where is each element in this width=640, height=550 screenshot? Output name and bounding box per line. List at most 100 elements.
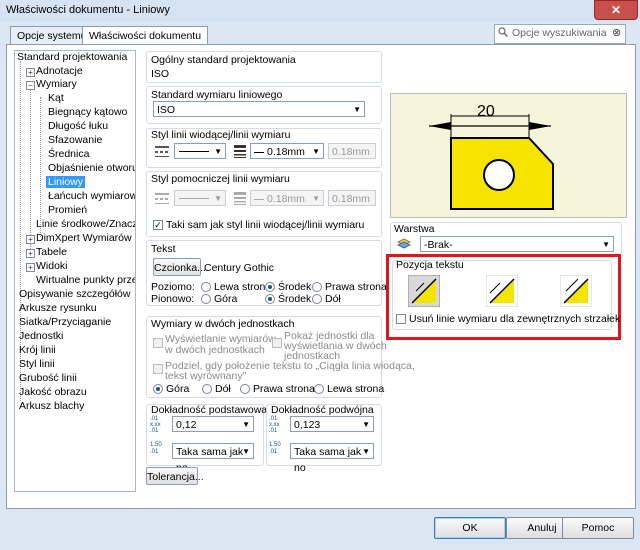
dual-top-radio[interactable] [153, 384, 163, 394]
split-checkbox[interactable] [153, 364, 163, 374]
horizontal-label: Poziomo: [151, 281, 195, 293]
tree-item-arc-length[interactable]: Długość łuku [48, 120, 108, 132]
same-as-leader-label: Taki sam jak styl linii wiodącej/linii w… [166, 219, 365, 231]
leader-custom-thickness[interactable]: 0.18mm [328, 143, 376, 159]
chevron-down-icon: ▼ [362, 447, 370, 456]
dual-right-radio[interactable] [240, 384, 250, 394]
tree-item-linear[interactable]: Liniowy [46, 176, 86, 188]
settings-tree[interactable]: Standard projektowania + Adnotacje − Wym… [14, 50, 136, 492]
tree-item-radius[interactable]: Promień [48, 204, 87, 216]
v-center-radio[interactable] [265, 294, 275, 304]
dual-bottom-radio[interactable] [202, 384, 212, 394]
tree-item-design-standard[interactable]: Standard projektowania [17, 51, 127, 63]
primary-precision-label: Dokładność podstawowa [151, 404, 268, 416]
tab-system-options[interactable]: Opcje systemu [10, 26, 94, 45]
tree-item-line-font[interactable]: Krój linii [19, 344, 56, 356]
font-button[interactable]: Czcionka... [153, 258, 206, 276]
close-button[interactable]: ✕ [594, 0, 638, 20]
h-left-label: Lewa strona [214, 281, 272, 293]
line-thickness-icon [234, 145, 246, 158]
tree-item-angular-running[interactable]: Biegnący kątowo [48, 106, 127, 118]
tree-item-hole-callout[interactable]: Objaśnienie otworu [48, 162, 135, 174]
h-center-label: Środek [278, 281, 312, 293]
tree-item-image-quality[interactable]: Jakość obrazu [19, 386, 87, 398]
v-bottom-label: Dół [325, 293, 341, 305]
dual-dimension-label: Wymiary w dwóch jednostkach [151, 318, 295, 330]
primary-tolerance-select[interactable]: Taka sama jak no▼ [172, 443, 254, 474]
tree-item-virtual-sharps[interactable]: Wirtualne punkty przecięć [36, 274, 135, 286]
leader-thickness-select[interactable]: 0.18mm ▼ [250, 143, 324, 159]
chevron-down-icon: ▼ [362, 420, 370, 429]
tree-item-drawing-sheets[interactable]: Arkusze rysunku [19, 302, 97, 314]
linear-standard-select[interactable]: ISO ▼ [153, 101, 365, 117]
dual-tolerance-select[interactable]: Taka sama jak no ▼ [290, 443, 374, 474]
expand-icon[interactable]: + [26, 249, 35, 258]
text-position-inline-icon[interactable] [408, 275, 440, 307]
search-clear-icon[interactable]: ⊗ [612, 26, 621, 39]
tree-item-angle[interactable]: Kąt [48, 92, 64, 104]
remove-dimension-lines-checkbox[interactable] [396, 314, 406, 324]
preview-drawing: 20 [429, 103, 554, 210]
tree-item-tables[interactable]: Tabele [36, 246, 67, 258]
expand-icon[interactable]: + [26, 263, 35, 272]
tree-item-chamfer[interactable]: Sfazowanie [48, 134, 102, 146]
tree-item-diameter[interactable]: Średnica [48, 148, 89, 160]
dual-tolerance-icon-bottom: .01 [269, 449, 278, 455]
same-as-leader-checkbox[interactable]: ✓ [153, 220, 163, 230]
collapse-icon[interactable]: − [26, 81, 35, 90]
tree-item-ordinate[interactable]: Łańcuch wymiarowy [48, 190, 135, 202]
show-units-checkbox[interactable] [272, 338, 282, 348]
dual-precision-icon-bottom: .01 [269, 428, 278, 434]
tree-item-annotations[interactable]: Adnotacje [36, 65, 83, 77]
tree-item-dimxpert[interactable]: DimXpert Wymiarów [36, 232, 132, 244]
search-icon [498, 27, 508, 37]
tree-item-dimensions[interactable]: Wymiary [36, 78, 77, 90]
tree-item-units[interactable]: Jednostki [19, 330, 63, 342]
extension-thickness-select[interactable]: 0.18mm ▼ [250, 190, 324, 206]
h-center-radio[interactable] [265, 282, 275, 292]
extension-line-style-select[interactable]: ▼ [174, 190, 226, 206]
overall-standard-value: ISO [151, 68, 170, 80]
window-title: Właściwości dokumentu - Liniowy [6, 4, 170, 16]
extension-style-label: Styl pomocniczej linii wymiaru [151, 173, 290, 185]
h-right-radio[interactable] [312, 282, 322, 292]
dual-left-radio[interactable] [314, 384, 324, 394]
leader-line-style-select[interactable]: ▼ [174, 143, 226, 159]
tree-item-centerlines[interactable]: Linie środkowe/Znaczniki [36, 218, 135, 230]
show-dual-checkbox[interactable] [153, 338, 163, 348]
tolerance-button[interactable]: Tolerancja... [146, 467, 204, 485]
preview-dimension-text: 20 [477, 103, 495, 120]
dual-precision-select[interactable]: 0,123 ▼ [290, 416, 374, 432]
dual-right-label: Prawa strona [253, 383, 315, 395]
tolerance-icon-top: 1.50 [150, 442, 162, 448]
tree-item-line-style[interactable]: Styl linii [19, 358, 55, 370]
tree-item-views[interactable]: Widoki [36, 260, 68, 272]
text-position-above-icon[interactable] [486, 275, 518, 307]
help-button[interactable]: Pomoc [562, 517, 634, 539]
leader-thickness-value: 0.18mm [267, 146, 305, 158]
split-label-line-2: tekst wyrównany" [165, 370, 247, 382]
text-position-aligned-icon[interactable] [560, 275, 592, 307]
tree-item-sheet-metal[interactable]: Arkusz blachy [19, 400, 84, 412]
text-label: Tekst [151, 243, 176, 255]
remove-dimension-lines-label: Usuń linie wymiaru dla zewnętrznych strz… [409, 313, 621, 325]
extension-custom-thickness[interactable]: 0.18mm [328, 190, 376, 206]
dual-tolerance-icon-top: 1.50 [269, 442, 281, 448]
expand-icon[interactable]: + [26, 68, 35, 77]
v-top-radio[interactable] [201, 294, 211, 304]
tree-item-line-thickness[interactable]: Grubość linii [19, 372, 77, 384]
ok-button[interactable]: OK [434, 517, 506, 539]
tree-item-detailing[interactable]: Opisywanie szczegółów [19, 288, 130, 300]
chevron-down-icon: ▼ [214, 194, 222, 203]
layer-select[interactable]: -Brak- ▼ [420, 236, 614, 252]
tab-document-properties[interactable]: Właściwości dokumentu [82, 26, 209, 46]
primary-precision-select[interactable]: 0,12 ▼ [172, 416, 254, 432]
layer-label: Warstwa [394, 223, 435, 235]
dual-precision-value: 0,123 [294, 419, 321, 431]
chevron-down-icon: ▼ [353, 105, 361, 114]
expand-icon[interactable]: + [26, 235, 35, 244]
tree-item-grid-snap[interactable]: Siatka/Przyciąganie [19, 316, 111, 328]
v-center-label: Środek [278, 293, 312, 305]
v-bottom-radio[interactable] [312, 294, 322, 304]
h-left-radio[interactable] [201, 282, 211, 292]
